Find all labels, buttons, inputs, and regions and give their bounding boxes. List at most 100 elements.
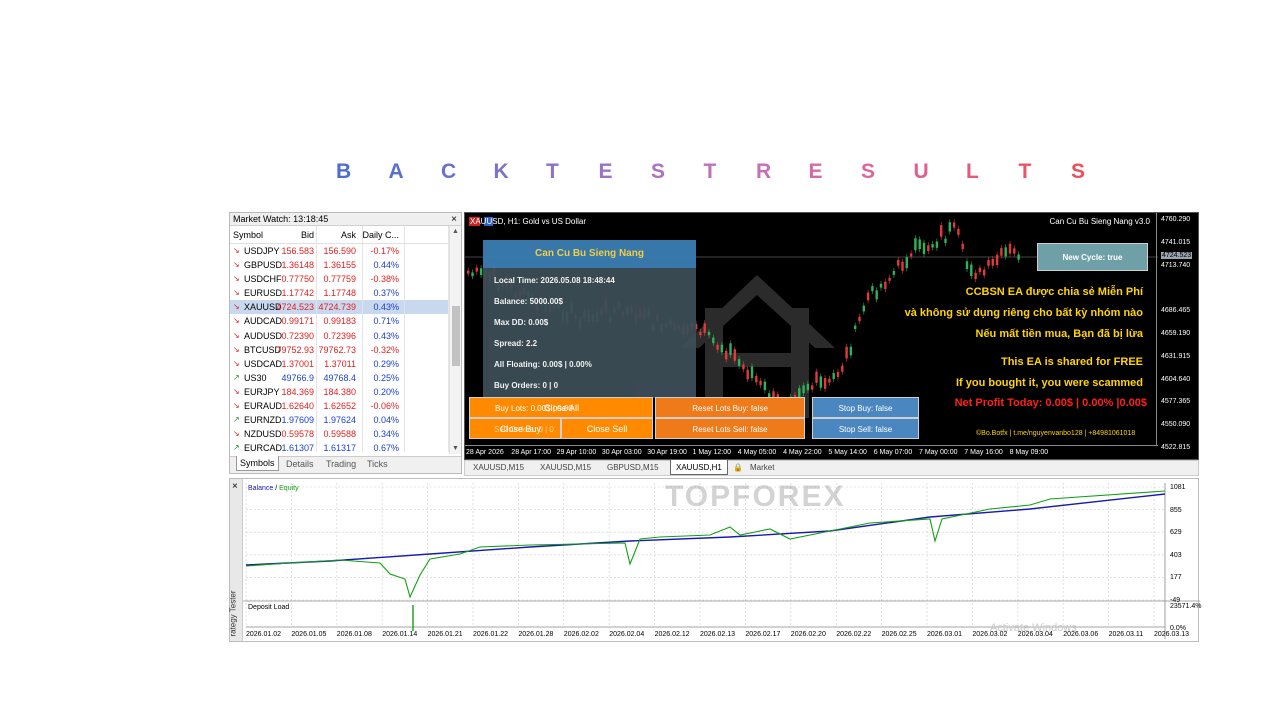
tab-symbols[interactable]: Symbols: [236, 456, 279, 471]
candle-body: [897, 260, 900, 266]
daily-change-value: 0.43%: [373, 330, 399, 341]
close-buy-button[interactable]: Sell Orders: 0 | 0 Close Buy: [469, 418, 561, 439]
candle-body: [845, 346, 848, 359]
arrow-up-icon: ↗: [233, 415, 240, 425]
candle-body: [742, 364, 745, 370]
candle-body: [935, 241, 939, 248]
notice-vn-2: và không sử dụng riêng cho bất kỳ nhóm n…: [904, 307, 1143, 319]
market-watch-row[interactable]: ↘ AUDUSD 0.72390 0.72396 0.43%: [230, 329, 461, 343]
col-ask[interactable]: Ask: [341, 226, 356, 244]
candle-body: [849, 346, 853, 356]
close-icon[interactable]: ×: [451, 213, 457, 226]
notice-vn-3: Nếu mất tiền mua, Bạn đã bị lừa: [975, 328, 1144, 340]
tab-trading[interactable]: Trading: [326, 459, 356, 469]
stop-buy-button[interactable]: Stop Buy: false: [812, 397, 919, 418]
heading-letter: U: [913, 160, 929, 183]
candle-body: [914, 238, 917, 251]
date-tick-label: 2026.02.12: [654, 631, 690, 638]
col-daily-change[interactable]: Daily C...: [362, 226, 399, 244]
heading-letter: C: [441, 160, 457, 183]
column-divider: [362, 226, 363, 452]
price-tick-label: 4724.523: [1161, 252, 1193, 259]
chart-tab[interactable]: XAUUSD,M15: [540, 463, 591, 472]
arrow-down-icon: ↘: [233, 288, 240, 298]
scroll-up-icon[interactable]: ▲: [452, 228, 459, 235]
market-watch-scrollbar[interactable]: ▲ ▼: [449, 226, 461, 454]
market-watch-row[interactable]: ↗ US30 49766.9 49768.4 0.25%: [230, 371, 461, 385]
stop-sell-button[interactable]: Stop Sell: false: [812, 418, 919, 439]
buy-orders: Buy Orders: 0 | 0: [494, 381, 559, 390]
scroll-thumb[interactable]: [452, 306, 460, 366]
candle-body: [836, 371, 840, 378]
market-watch-row[interactable]: ↘ BTCUSD 79752.93 79762.73 -0.32%: [230, 343, 461, 357]
market-watch-row[interactable]: ↘ EURJPY 184.369 184.380 0.20%: [230, 385, 461, 399]
candle-body: [871, 286, 874, 292]
candle-body: [854, 325, 857, 330]
market-watch-row[interactable]: ↘ AUDCAD 0.99171 0.99183 0.71%: [230, 314, 461, 328]
symbol-name: EURCAD: [244, 443, 283, 454]
market-watch-row[interactable]: ↗ EURNZD 1.97609 1.97624 0.04%: [230, 413, 461, 427]
price-tick-label: 4550.090: [1161, 421, 1191, 429]
time-tick-label: 30 Apr 19:00: [647, 449, 687, 456]
market-watch-row[interactable]: ↘ GBPUSD 1.36148 1.36155 0.44%: [230, 258, 461, 272]
market-watch-row[interactable]: ↘ EURAUD 1.62640 1.62652 -0.06%: [230, 399, 461, 413]
candle-body: [1008, 243, 1012, 254]
close-buy-label: Close Buy: [500, 424, 542, 434]
equity-tick-label: 403: [1170, 551, 1182, 559]
symbol-name: USDCHF: [244, 274, 282, 285]
market-watch-row[interactable]: ↘ NZDUSD 0.59578 0.59588 0.34%: [230, 427, 461, 441]
market-watch-row[interactable]: ↘ USDCHF 0.77750 0.77759 -0.38%: [230, 272, 461, 286]
reset-lots-buy-button[interactable]: Reset Lots Buy: false: [655, 397, 805, 418]
candle-body: [479, 268, 483, 276]
symbol-name: AUDUSD: [244, 330, 283, 341]
arrow-down-icon: ↘: [233, 302, 240, 312]
scroll-down-icon[interactable]: ▼: [452, 445, 459, 452]
market-watch-row[interactable]: ↘ USDCAD 1.37001 1.37011 0.29%: [230, 357, 461, 371]
candle-body: [918, 239, 921, 250]
symbol-name: BTCUSD: [244, 344, 282, 355]
candle-body: [1017, 254, 1020, 260]
market-watch-row[interactable]: ↘ XAUUSD 4724.523 4724.739 0.43%: [230, 300, 461, 315]
daily-change-value: 0.37%: [373, 288, 399, 299]
date-tick-label: 2026.02.02: [563, 631, 599, 638]
tab-ticks[interactable]: Ticks: [367, 459, 388, 469]
candle-body: [720, 344, 724, 353]
candle-body: [703, 323, 706, 333]
buy-lots-button[interactable]: Buy Lots: 0.00$ | 0.00 Close All: [469, 397, 653, 418]
ask-value: 184.380: [323, 386, 356, 397]
chart-tab[interactable]: Market: [750, 463, 774, 472]
heading-letter: R: [756, 160, 772, 183]
time-tick-label: 28 Apr 2026: [466, 449, 504, 456]
ask-value: 0.72396: [323, 330, 356, 341]
balance-equity-legend: Balance / Equity: [248, 485, 299, 492]
daily-change-value: 0.67%: [373, 443, 399, 454]
market-watch-row[interactable]: ↘ EURUSD 1.17742 1.17748 0.37%: [230, 286, 461, 300]
time-tick-label: 30 Apr 03:00: [601, 449, 642, 456]
candle-body: [922, 242, 926, 255]
candle-body: [755, 376, 758, 383]
heading-letter: S: [651, 160, 666, 183]
chart-tab[interactable]: GBPUSD,M15: [607, 463, 659, 472]
col-symbol[interactable]: Symbol: [233, 226, 263, 244]
close-sell-button[interactable]: Close Sell: [561, 418, 653, 439]
chart-tab[interactable]: XAUUSD,H1: [670, 460, 728, 475]
bid-value: 0.59578: [281, 429, 314, 440]
chart-tab[interactable]: XAUUSD,M15: [473, 463, 524, 472]
date-tick-label: 2026.03.11: [1108, 631, 1144, 638]
col-bid[interactable]: Bid: [301, 226, 314, 244]
market-watch-row[interactable]: ↘ USDJPY 156.583 156.590 -0.17%: [230, 244, 461, 258]
candle-body: [1004, 247, 1007, 257]
market-watch-row[interactable]: ↗ EURCAD 1.61307 1.61317 0.67%: [230, 441, 461, 455]
equity-tick-label: 855: [1170, 506, 1182, 514]
price-tick-label: 4686.465: [1161, 307, 1191, 315]
equity-tick-label: 629: [1170, 529, 1182, 537]
market-watch-window: Market Watch: 13:18:45 × Symbol Bid Ask …: [229, 212, 462, 474]
candle-body: [983, 269, 986, 276]
time-tick-label: 8 May 09:00: [1009, 449, 1049, 456]
new-cycle-button[interactable]: New Cycle: true: [1037, 243, 1148, 271]
bid-value: 1.97609: [281, 415, 314, 426]
reset-lots-sell-button[interactable]: Reset Lots Sell: false: [655, 418, 805, 439]
candle-body: [866, 292, 870, 301]
price-tick-label: 4760.290: [1161, 216, 1191, 223]
tab-details[interactable]: Details: [286, 459, 314, 469]
